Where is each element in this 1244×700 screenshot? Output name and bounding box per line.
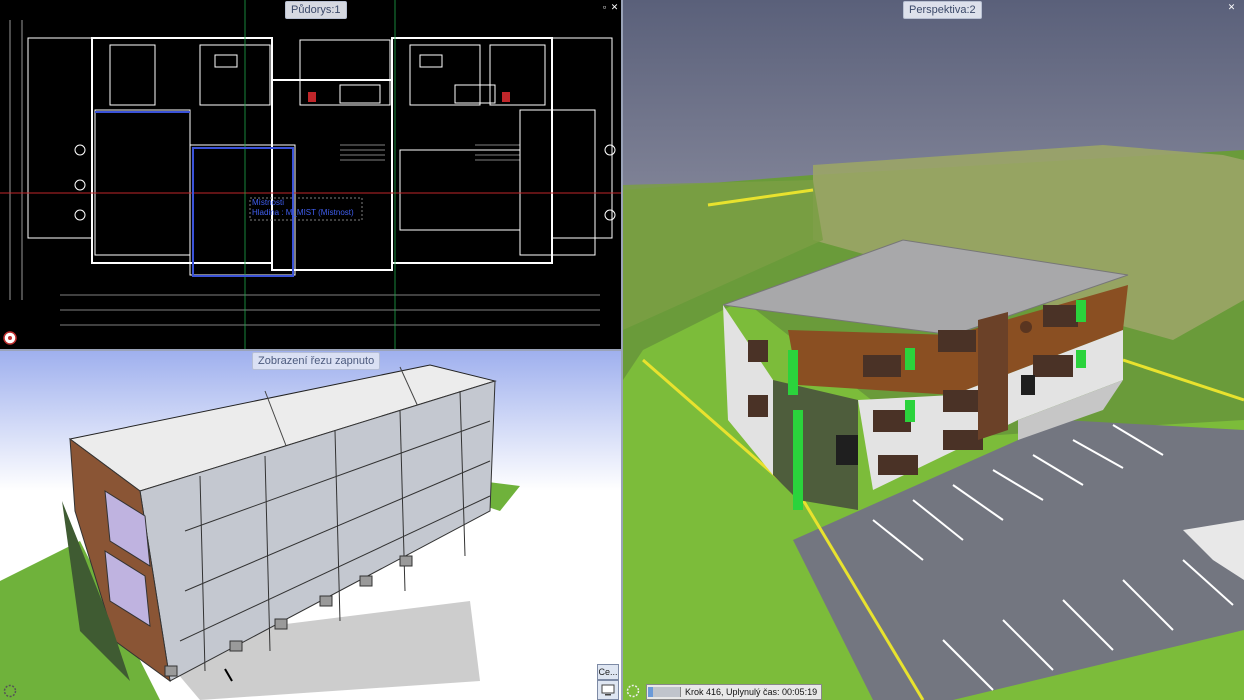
tooltip-line-2: Hladina : M_MIST (Místnost) (252, 208, 354, 217)
render-progress-bar (648, 687, 681, 697)
tooltip-line-1: Místnosti (252, 198, 285, 207)
close-icon[interactable]: ✕ (610, 3, 619, 12)
plan-viewport[interactable]: Místnosti Hladina : M_MIST (Místnost) Pů… (0, 0, 621, 349)
perspective-3d-model (623, 0, 1244, 700)
perspective-viewport[interactable]: Perspektiva:2 ✕ (623, 0, 1244, 700)
ce-button[interactable]: Ce... (597, 664, 619, 680)
close-icon[interactable]: ✕ (1227, 3, 1236, 12)
floor-plan-drawing (0, 0, 621, 349)
navigation-wheel-icon[interactable] (3, 331, 17, 345)
plan-view-title[interactable]: Půdorys:1 (285, 1, 347, 19)
restore-icon[interactable]: ▫ (600, 3, 609, 12)
room-tooltip: Místnosti Hladina : M_MIST (Místnost) (252, 198, 354, 218)
perspective-view-title[interactable]: Perspektiva:2 (903, 1, 982, 19)
section-3d-model (0, 351, 621, 700)
section-view-title[interactable]: Zobrazení řezu zapnuto (252, 352, 381, 370)
render-status-text: Krok 416, Uplynulý čas: 00:05:19 (685, 687, 818, 697)
navigation-wheel-icon[interactable] (626, 684, 640, 698)
navigation-wheel-icon[interactable] (3, 684, 17, 698)
display-settings-icon[interactable] (597, 680, 619, 700)
render-status-bar: Krok 416, Uplynulý čas: 00:05:19 (646, 684, 823, 700)
section-viewport[interactable]: Zobrazení řezu zapnuto Ce... (0, 351, 621, 700)
